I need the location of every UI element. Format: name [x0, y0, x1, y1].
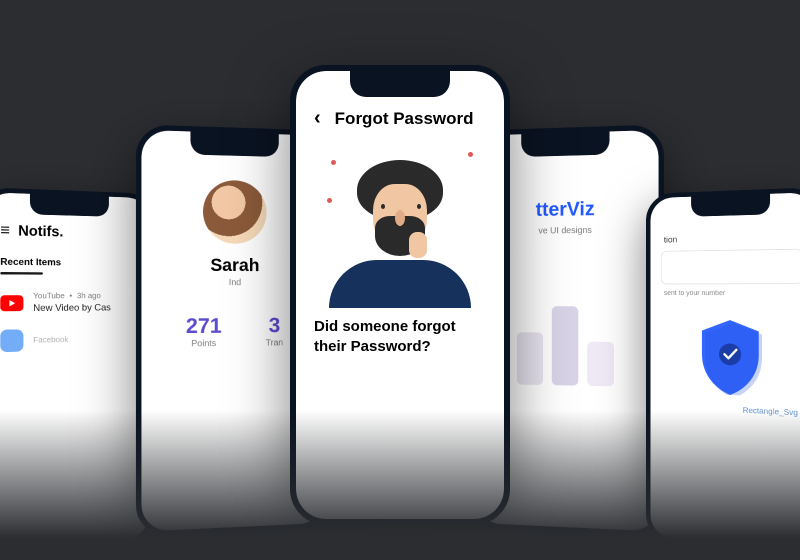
notif-tab[interactable]: Recent Items	[0, 254, 136, 275]
notif-tab-label: Recent Items	[0, 256, 61, 268]
phones-carousel: ≡ Notifs. Recent Items YouTube • 3h ago	[0, 20, 800, 560]
stat-value-1: 271	[186, 314, 222, 339]
phone-verification: tion sent to your number Rectangle_Svg	[646, 187, 800, 558]
notif-source: YouTube	[33, 292, 65, 301]
notif-headline: New Video by Cas	[33, 302, 111, 313]
hamburger-icon[interactable]: ≡	[0, 222, 10, 241]
profile-location: Ind	[158, 278, 310, 288]
notif-time: 3h ago	[77, 292, 101, 301]
annotation-label: Rectangle_Svg	[743, 406, 798, 417]
avatar	[203, 180, 267, 244]
tab-underline	[0, 272, 43, 275]
phone-notifications: ≡ Notifs. Recent Items YouTube • 3h ago	[0, 187, 154, 558]
notif-title: Notifs.	[18, 223, 63, 241]
thinking-person-illustration	[325, 140, 475, 305]
stat-points: 271 Points	[186, 314, 222, 349]
notif-item-1[interactable]: YouTube • 3h ago New Video by Cas	[0, 292, 136, 314]
stat-label-1: Points	[186, 339, 222, 349]
notif-source-2: Facebook	[33, 335, 68, 344]
facebook-icon	[0, 329, 23, 352]
stat-trans: 3 Tran	[266, 314, 284, 348]
notif-header: ≡ Notifs.	[0, 222, 136, 243]
fp-header: ‹ Forgot Password	[314, 107, 486, 130]
brand-illustration	[490, 280, 642, 387]
profile-name: Sarah	[158, 256, 310, 277]
back-icon[interactable]: ‹	[314, 107, 321, 130]
notif-item-text: YouTube • 3h ago New Video by Cas	[33, 292, 111, 313]
profile-stats: 271 Points 3 Tran	[158, 314, 310, 350]
phone-forgot-password: ‹ Forgot Password	[290, 65, 510, 525]
phone-notch	[30, 194, 109, 217]
stat-value-2: 3	[266, 314, 284, 339]
showcase-stage: ≡ Notifs. Recent Items YouTube • 3h ago	[0, 0, 800, 560]
code-hint: sent to your number	[664, 289, 725, 297]
fp-question: Did someone forgot their Password?	[314, 317, 486, 358]
phone-notch	[691, 194, 770, 217]
brand-tagline: ve UI designs	[490, 225, 642, 236]
notifications-screen: ≡ Notifs. Recent Items YouTube • 3h ago	[0, 192, 150, 553]
shield-check-icon	[699, 320, 762, 397]
dot-sep: •	[69, 292, 72, 301]
field-label: tion	[664, 235, 677, 244]
phone-notch	[190, 131, 278, 156]
notif-item-2[interactable]: Facebook	[0, 328, 136, 352]
fp-title: Forgot Password	[335, 109, 474, 129]
brand-title: tterViz	[490, 197, 642, 222]
stat-label-2: Tran	[266, 338, 284, 348]
phone-notch	[521, 131, 609, 156]
code-input[interactable]	[661, 249, 800, 285]
youtube-icon	[0, 295, 23, 311]
phone-notch	[350, 71, 450, 97]
verification-screen: tion sent to your number Rectangle_Svg	[650, 192, 800, 553]
forgot-password-screen: ‹ Forgot Password	[296, 71, 504, 519]
